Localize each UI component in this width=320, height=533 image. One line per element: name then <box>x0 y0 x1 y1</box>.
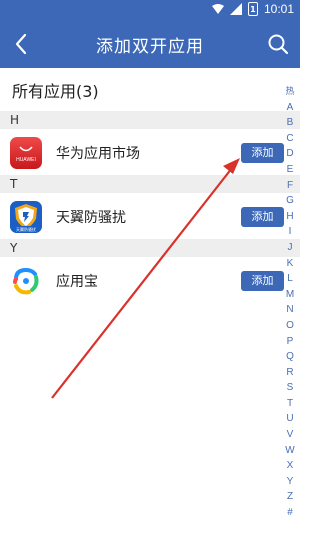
index-letter[interactable]: U <box>284 411 296 427</box>
index-letter[interactable]: G <box>284 193 296 209</box>
index-letter[interactable]: M <box>284 287 296 303</box>
huawei-appgallery-icon[interactable]: HUAWEI <box>10 137 42 169</box>
index-letter[interactable]: P <box>284 334 296 350</box>
index-letter[interactable]: R <box>284 365 296 381</box>
index-letter[interactable]: I <box>284 224 296 240</box>
yingyongbao-logo-icon <box>13 267 39 295</box>
index-letter[interactable]: S <box>284 380 296 396</box>
page-title: 添加双开应用 <box>96 37 204 57</box>
group-header-y: Y <box>0 239 300 257</box>
index-letter[interactable]: X <box>284 458 296 474</box>
index-letter[interactable]: D <box>284 146 296 162</box>
app-row-huawei: HUAWEI 华为应用市场 添加 <box>0 129 300 175</box>
index-letter[interactable]: B <box>284 115 296 131</box>
app-row-tianyi: 天翼防骚扰 天翼防骚扰 添加 <box>0 193 300 239</box>
group-header-t: T <box>0 175 300 193</box>
index-letter[interactable]: W <box>284 443 296 459</box>
add-button-yingyongbao[interactable]: 添加 <box>241 271 284 291</box>
index-letter[interactable]: H <box>284 209 296 225</box>
app-name-yingyongbao: 应用宝 <box>56 274 98 290</box>
status-bar: 1 10:01 <box>0 0 300 20</box>
app-name-huawei: 华为应用市场 <box>56 146 140 162</box>
index-letter[interactable]: N <box>284 302 296 318</box>
search-icon[interactable] <box>264 30 292 58</box>
index-letter[interactable]: T <box>284 396 296 412</box>
battery-icon: 1 <box>247 2 258 16</box>
tianyi-icon-text: 天翼防骚扰 <box>10 226 42 233</box>
status-icons: 1 10:01 <box>211 2 294 16</box>
status-time: 10:01 <box>263 2 294 16</box>
battery-label: 1 <box>250 4 256 14</box>
shopping-bag-icon <box>19 146 33 152</box>
group-header-h: H <box>0 111 300 129</box>
index-letter[interactable]: J <box>284 240 296 256</box>
index-letter[interactable]: Q <box>284 349 296 365</box>
tianyi-shield-icon[interactable]: 天翼防骚扰 <box>10 201 42 233</box>
index-letter[interactable]: E <box>284 162 296 178</box>
huawei-icon-text: HUAWEI <box>16 157 36 163</box>
index-letter[interactable]: F <box>284 178 296 194</box>
index-letter[interactable]: C <box>284 131 296 147</box>
index-letter[interactable]: Y <box>284 474 296 490</box>
alphabet-index[interactable]: 热 A B C D E F G H I J K L M N O P Q R S T U V W X Y Z # <box>284 84 296 521</box>
wifi-icon <box>211 4 224 14</box>
add-button-tianyi[interactable]: 添加 <box>241 207 284 227</box>
index-letter[interactable]: # <box>284 505 296 521</box>
app-name-tianyi: 天翼防骚扰 <box>56 210 126 226</box>
index-letter[interactable]: V <box>284 427 296 443</box>
index-letter[interactable]: 热 <box>284 84 296 100</box>
index-letter[interactable]: K <box>284 256 296 272</box>
all-apps-title: 所有应用(3) <box>12 82 99 101</box>
add-button-huawei[interactable]: 添加 <box>241 143 284 163</box>
yingyongbao-icon[interactable] <box>10 265 42 297</box>
index-letter[interactable]: L <box>284 271 296 287</box>
index-letter[interactable]: Z <box>284 489 296 505</box>
signal-icon <box>229 3 242 15</box>
app-header: 添加双开应用 <box>0 20 300 68</box>
index-letter[interactable]: O <box>284 318 296 334</box>
app-row-yingyongbao: 应用宝 添加 <box>0 257 300 303</box>
index-letter[interactable]: A <box>284 100 296 116</box>
